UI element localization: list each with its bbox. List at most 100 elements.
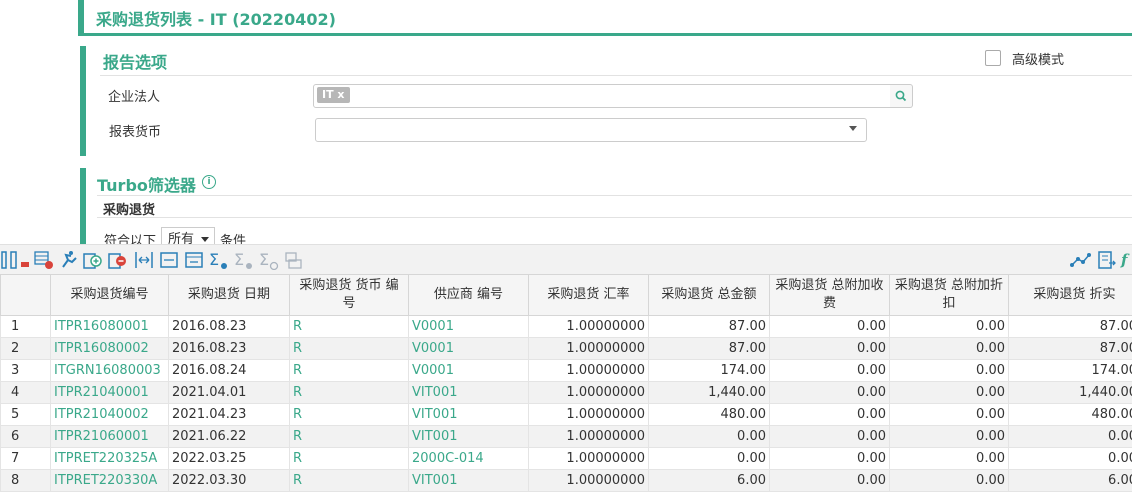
supplier-code-link[interactable]: V0001 xyxy=(408,359,529,382)
row-number: 4 xyxy=(0,381,51,404)
table-row[interactable]: 3 ITGRN16080003 2016.08.24 R V0001 1.00000000… xyxy=(0,359,1132,382)
total-surcharge: 0.00 xyxy=(769,315,890,338)
export-icon[interactable] xyxy=(1096,250,1118,270)
table-row[interactable]: 2 ITPR16080002 2016.08.23 R V0001 1.00000000 8… xyxy=(0,337,1132,360)
currency-code-link[interactable]: R xyxy=(289,315,409,338)
currency-code-link[interactable]: R xyxy=(289,403,409,426)
table-row[interactable]: 1 ITPR16080001 2016.08.23 R V0001 1.00000000 8… xyxy=(0,315,1132,338)
supplier-code-link[interactable]: VIT001 xyxy=(408,403,529,426)
tag-icon[interactable] xyxy=(283,250,305,270)
return-number-link[interactable]: ITPR21040001 xyxy=(50,381,169,404)
total-discount: 0.00 xyxy=(889,403,1009,426)
table-row[interactable]: 5 ITPR21040002 2021.04.23 R VIT001 1.00000000… xyxy=(0,403,1132,426)
turbo-filter-subtitle: 采购退货 xyxy=(103,203,156,218)
supplier-code-header[interactable]: 供应商 编号 xyxy=(408,274,529,316)
divider xyxy=(97,195,1132,196)
add-copy-icon[interactable] xyxy=(82,250,104,270)
condition-select[interactable]: 所有 xyxy=(161,227,215,247)
chart-icon[interactable] xyxy=(1070,250,1092,270)
return-date: 2022.03.25 xyxy=(168,447,290,470)
search-button[interactable] xyxy=(890,84,913,108)
sum-settings-icon[interactable]: Σ xyxy=(233,250,255,270)
svg-text:Σ: Σ xyxy=(234,250,244,269)
delete-row-icon[interactable] xyxy=(33,250,55,270)
exchange-rate-header[interactable]: 采购退货 汇率 xyxy=(528,274,649,316)
total-surcharge-header[interactable]: 采购退货 总附加收费 xyxy=(769,274,890,316)
total-discount: 0.00 xyxy=(889,337,1009,360)
total-amount: 480.00 xyxy=(648,403,770,426)
currency-code-link[interactable]: R xyxy=(289,425,409,448)
currency-code-link[interactable]: R xyxy=(289,447,409,470)
return-date-header[interactable]: 采购退货 日期 xyxy=(168,274,290,316)
currency-code-link[interactable]: R xyxy=(289,381,409,404)
supplier-code-link[interactable]: 2000C-014 xyxy=(408,447,529,470)
report-currency-label: 报表货币 xyxy=(109,125,162,140)
net-amount: 87.00 xyxy=(1008,315,1132,338)
svg-text:Σ: Σ xyxy=(259,250,269,269)
sum-icon[interactable]: Σ xyxy=(208,250,230,270)
filter-icon[interactable] xyxy=(9,250,31,270)
total-surcharge: 0.00 xyxy=(769,447,890,470)
total-surcharge: 0.00 xyxy=(769,381,890,404)
info-icon[interactable]: i xyxy=(202,175,216,189)
table-row[interactable]: 7 ITPRET220325A 2022.03.25 R 2000C-014 1.0000… xyxy=(0,447,1132,470)
total-discount-header[interactable]: 采购退货 总附加折扣 xyxy=(889,274,1009,316)
currency-code-link[interactable]: R xyxy=(289,469,409,492)
fit-width-icon[interactable] xyxy=(183,250,205,270)
return-number-link[interactable]: ITPRET220325A xyxy=(50,447,169,470)
return-number-link[interactable]: ITGRN16080003 xyxy=(50,359,169,382)
supplier-code-link[interactable]: VIT001 xyxy=(408,381,529,404)
return-number-link[interactable]: ITPRET220330A xyxy=(50,469,169,492)
total-surcharge: 0.00 xyxy=(769,425,890,448)
advanced-mode-checkbox[interactable] xyxy=(985,50,1001,66)
total-amount-header[interactable]: 采购退货 总金额 xyxy=(648,274,770,316)
return-number-link[interactable]: ITPR16080001 xyxy=(50,315,169,338)
formula-icon[interactable]: f xyxy=(1120,250,1132,270)
return-number-link[interactable]: ITPR16080002 xyxy=(50,337,169,360)
return-date: 2016.08.23 xyxy=(168,315,290,338)
svg-text:Σ: Σ xyxy=(209,250,219,269)
purchase-returns-table: 采购退货编号 采购退货 日期 采购退货 货币 编号 供应商 编号 采购退货 汇率 采购退货… xyxy=(0,274,1132,492)
supplier-code-link[interactable]: VIT001 xyxy=(408,469,529,492)
report-currency-select[interactable] xyxy=(315,118,867,142)
total-surcharge: 0.00 xyxy=(769,469,890,492)
total-discount: 0.00 xyxy=(889,381,1009,404)
fit-columns-icon[interactable] xyxy=(158,250,180,270)
exchange-rate: 1.00000000 xyxy=(528,315,649,338)
net-amount: 0.00 xyxy=(1008,447,1132,470)
return-number-link[interactable]: ITPR21060001 xyxy=(50,425,169,448)
table-row[interactable]: 8 ITPRET220330A 2022.03.30 R VIT001 1.0000000… xyxy=(0,469,1132,492)
exchange-rate: 1.00000000 xyxy=(528,337,649,360)
supplier-code-link[interactable]: V0001 xyxy=(408,315,529,338)
legal-entity-tag[interactable]: IT x xyxy=(317,87,350,103)
report-options-title: 报告选项 xyxy=(103,53,168,72)
return-number-link[interactable]: ITPR21040002 xyxy=(50,403,169,426)
net-amount-header[interactable]: 采购退货 折实 xyxy=(1008,274,1132,316)
row-number-header[interactable] xyxy=(0,274,51,316)
return-date: 2021.04.23 xyxy=(168,403,290,426)
total-amount: 0.00 xyxy=(648,425,770,448)
sum-disabled-icon[interactable]: Σ xyxy=(258,250,280,270)
expand-columns-icon[interactable] xyxy=(133,250,155,270)
return-date: 2021.04.01 xyxy=(168,381,290,404)
return-date: 2022.03.30 xyxy=(168,469,290,492)
supplier-code-link[interactable]: V0001 xyxy=(408,337,529,360)
report-options-accent xyxy=(80,46,86,156)
chevron-down-icon xyxy=(849,126,857,131)
row-number: 1 xyxy=(0,315,51,338)
return-number-header[interactable]: 采购退货编号 xyxy=(50,274,169,316)
currency-code-header[interactable]: 采购退货 货币 编号 xyxy=(289,274,409,316)
remove-copy-icon[interactable] xyxy=(107,250,129,270)
table-row[interactable]: 6 ITPR21060001 2021.06.22 R VIT001 1.00000000… xyxy=(0,425,1132,448)
total-surcharge: 0.00 xyxy=(769,403,890,426)
net-amount: 6.00 xyxy=(1008,469,1132,492)
net-amount: 480.00 xyxy=(1008,403,1132,426)
total-amount: 1,440.00 xyxy=(648,381,770,404)
run-icon[interactable] xyxy=(58,250,80,270)
currency-code-link[interactable]: R xyxy=(289,337,409,360)
table-row[interactable]: 4 ITPR21040001 2021.04.01 R VIT001 1.00000000… xyxy=(0,381,1132,404)
supplier-code-link[interactable]: VIT001 xyxy=(408,425,529,448)
total-amount: 87.00 xyxy=(648,337,770,360)
legal-entity-input[interactable] xyxy=(313,84,892,108)
currency-code-link[interactable]: R xyxy=(289,359,409,382)
